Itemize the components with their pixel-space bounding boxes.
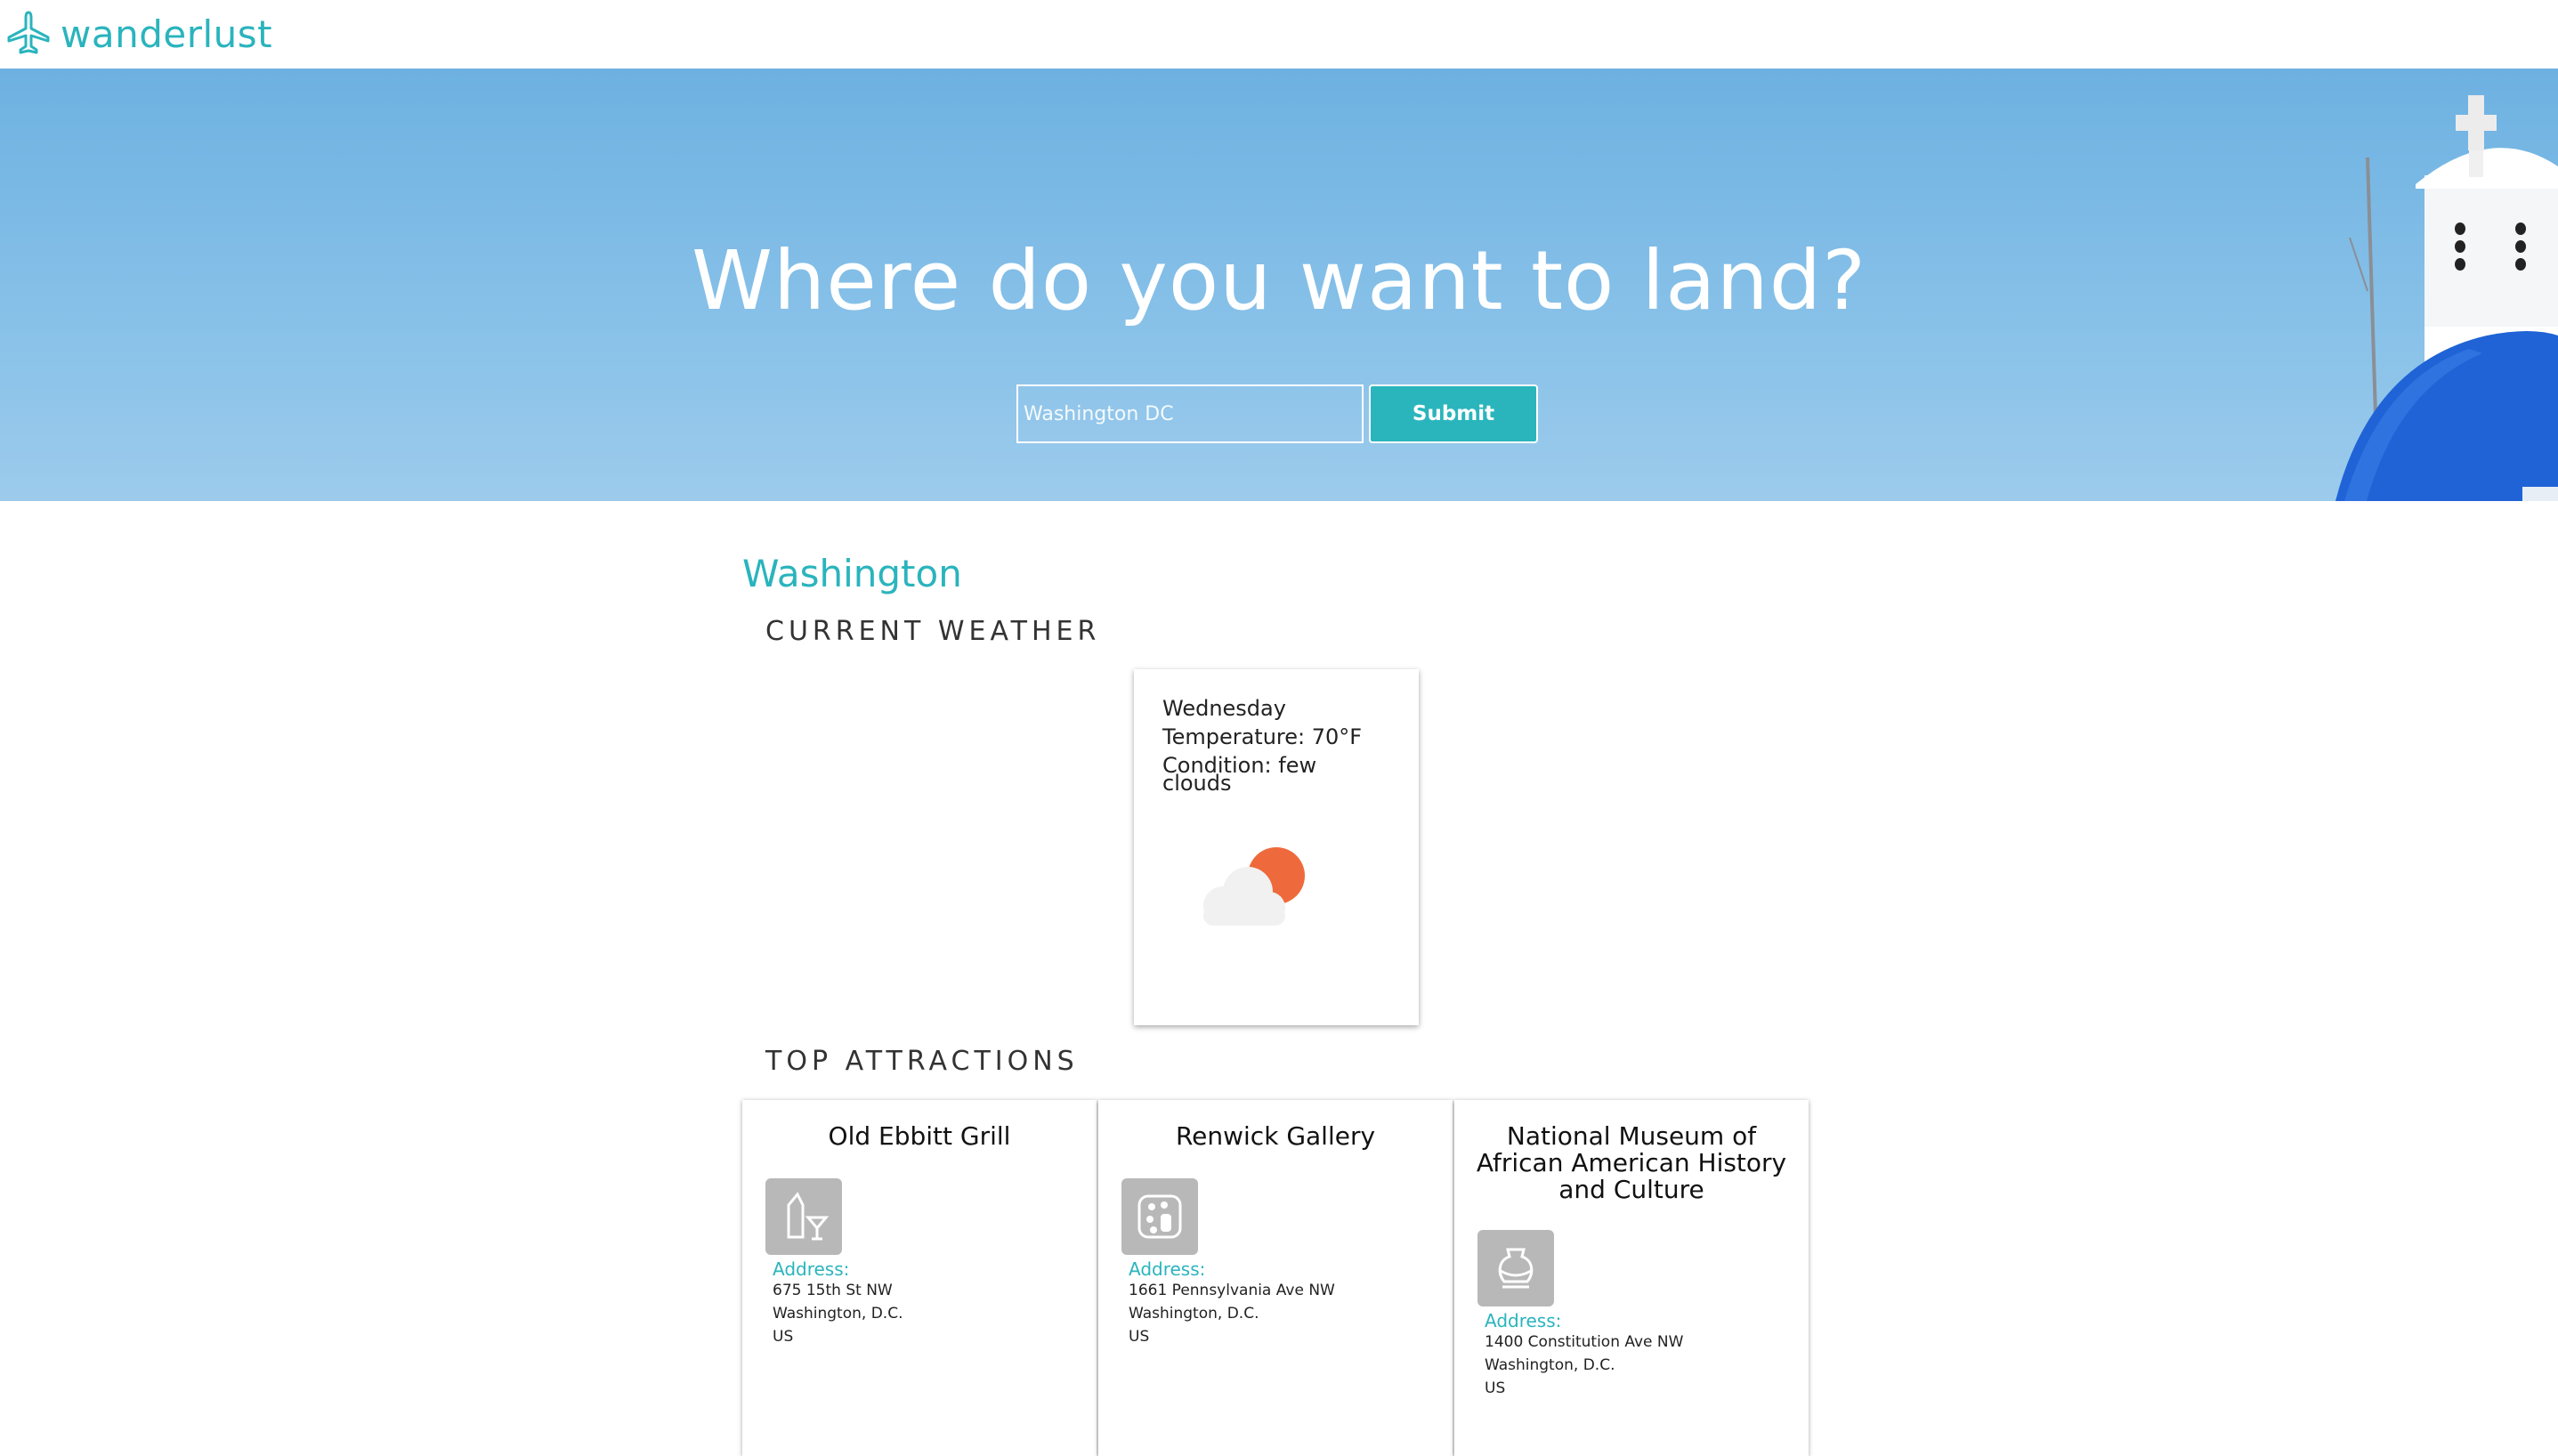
attraction-card[interactable]: Old Ebbitt Grill Address: 675 15th St NW… bbox=[742, 1100, 1097, 1456]
attraction-name: Old Ebbitt Grill bbox=[828, 1121, 1011, 1151]
brand-logo[interactable]: wanderlust bbox=[5, 7, 272, 61]
attraction-card[interactable]: National Museum of African American Hist… bbox=[1454, 1100, 1809, 1456]
navbar: wanderlust bbox=[0, 0, 2558, 69]
address-label: Address: bbox=[773, 1258, 850, 1280]
current-weather-heading: CURRENT WEATHER bbox=[765, 616, 1101, 647]
address-label: Address: bbox=[1129, 1258, 1206, 1280]
address-country: US bbox=[773, 1328, 794, 1346]
weather-card: Wednesday Temperature: 70°F Condition: f… bbox=[1134, 669, 1419, 1025]
address-country: US bbox=[1485, 1379, 1506, 1397]
attraction-name: Renwick Gallery bbox=[1175, 1121, 1376, 1151]
address-city: Washington, D.C. bbox=[1129, 1305, 1259, 1323]
weather-condition: Condition: few clouds bbox=[1162, 753, 1317, 796]
address-street: 1661 Pennsylvania Ave NW bbox=[1129, 1282, 1335, 1299]
museum-vase-icon bbox=[1477, 1230, 1554, 1306]
brand-name: wanderlust bbox=[61, 12, 273, 56]
hero-banner: Where do you want to land? Submit bbox=[0, 69, 2558, 501]
address-street: 675 15th St NW bbox=[773, 1282, 893, 1299]
attraction-card[interactable]: Renwick Gallery Address: 1661 Pennsylvan… bbox=[1098, 1100, 1453, 1456]
address-city: Washington, D.C. bbox=[773, 1305, 903, 1323]
destination-search-input[interactable] bbox=[1016, 384, 1364, 443]
submit-button[interactable]: Submit bbox=[1369, 384, 1538, 443]
address-city: Washington, D.C. bbox=[1485, 1356, 1615, 1374]
attractions-list: Old Ebbitt Grill Address: 675 15th St NW… bbox=[742, 1100, 1812, 1456]
attraction-name: National Museum of African American Hist… bbox=[1476, 1121, 1787, 1204]
weather-day: Wednesday bbox=[1162, 696, 1286, 721]
address-label: Address: bbox=[1485, 1310, 1562, 1331]
art-gallery-icon bbox=[1121, 1178, 1198, 1255]
hero-title: Where do you want to land? bbox=[691, 233, 1867, 328]
bar-drinks-icon bbox=[765, 1178, 842, 1255]
top-attractions-heading: TOP ATTRACTIONS bbox=[765, 1046, 1079, 1077]
city-title: Washington bbox=[742, 552, 962, 595]
partly-cloudy-icon bbox=[1203, 847, 1305, 926]
weather-temperature: Temperature: 70°F bbox=[1162, 724, 1363, 749]
airplane-icon bbox=[5, 9, 52, 59]
address-street: 1400 Constitution Ave NW bbox=[1485, 1333, 1684, 1351]
address-country: US bbox=[1129, 1328, 1150, 1346]
